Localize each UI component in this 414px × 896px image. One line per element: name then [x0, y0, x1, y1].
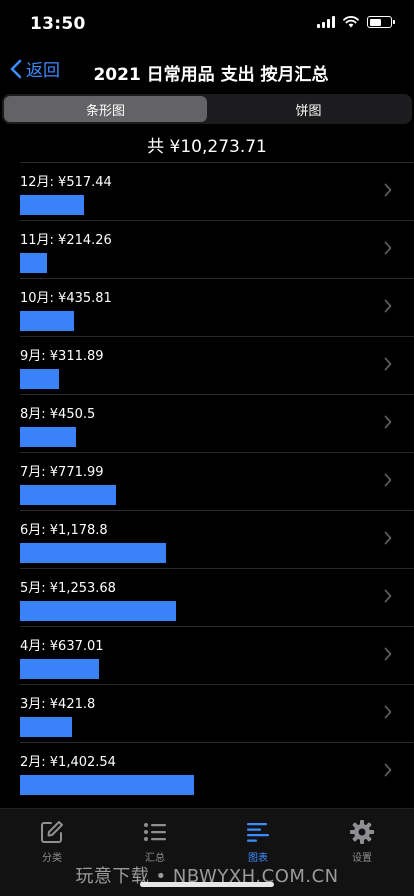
status-time: 13:50 — [30, 14, 86, 34]
chart-type-segmented-control: 条形图 饼图 — [2, 94, 412, 124]
total-amount: 共 ¥10,273.71 — [147, 137, 267, 157]
month-bar — [20, 427, 76, 447]
month-row[interactable]: 4月: ¥637.01 — [20, 626, 414, 684]
status-bar: 13:50 — [0, 0, 414, 48]
chevron-right-icon — [384, 357, 392, 371]
month-row[interactable]: 10月: ¥435.81 — [20, 278, 414, 336]
month-row[interactable]: 9月: ¥311.89 — [20, 336, 414, 394]
chevron-right-icon — [384, 473, 392, 487]
month-row[interactable]: 3月: ¥421.8 — [20, 684, 414, 742]
month-row[interactable]: 8月: ¥450.5 — [20, 394, 414, 452]
chevron-right-icon — [384, 705, 392, 719]
list-icon — [144, 823, 166, 841]
month-row-label: 3月: ¥421.8 — [20, 697, 96, 712]
month-bar — [20, 601, 176, 621]
chevron-right-icon — [384, 415, 392, 429]
tab-chart[interactable]: 图表 — [218, 819, 298, 864]
battery-icon — [367, 16, 395, 28]
month-bar — [20, 659, 99, 679]
tab-settings[interactable]: 设置 — [322, 819, 402, 864]
wifi-icon — [343, 16, 359, 28]
chevron-right-icon — [384, 647, 392, 661]
cellular-signal-icon — [317, 16, 335, 28]
chevron-right-icon — [384, 241, 392, 255]
month-row[interactable]: 7月: ¥771.99 — [20, 452, 414, 510]
gear-icon — [350, 820, 374, 844]
month-bar — [20, 775, 194, 795]
month-row-label: 2月: ¥1,402.54 — [20, 755, 116, 770]
chevron-right-icon — [384, 763, 392, 777]
tab-summary[interactable]: 汇总 — [115, 819, 195, 864]
month-row[interactable]: 6月: ¥1,178.8 — [20, 510, 414, 568]
month-row-label: 9月: ¥311.89 — [20, 349, 104, 364]
status-icons — [317, 16, 395, 28]
chevron-right-icon — [384, 299, 392, 313]
month-bar — [20, 369, 59, 389]
month-row[interactable]: 2月: ¥1,402.54 — [20, 742, 414, 800]
month-row-label: 7月: ¥771.99 — [20, 465, 104, 480]
month-row-label: 8月: ¥450.5 — [20, 407, 96, 422]
monthly-bar-list: 12月: ¥517.44 11月: ¥214.26 10月: ¥435.81 9月: … — [0, 162, 414, 808]
month-row[interactable]: 5月: ¥1,253.68 — [20, 568, 414, 626]
page-title: 2021 日常用品 支出 按月汇总 — [93, 65, 329, 85]
month-bar — [20, 195, 84, 215]
month-row-label: 12月: ¥517.44 — [20, 175, 112, 190]
home-indicator — [140, 882, 274, 887]
tab-category[interactable]: 分类 — [12, 819, 92, 864]
chart-lines-icon — [247, 823, 269, 842]
segment-pie-chart[interactable]: 饼图 — [207, 96, 410, 122]
month-row-label: 10月: ¥435.81 — [20, 291, 112, 306]
month-bar — [20, 311, 74, 331]
month-row-label: 11月: ¥214.26 — [20, 233, 112, 248]
month-bar — [20, 485, 116, 505]
segment-bar-chart[interactable]: 条形图 — [4, 96, 207, 122]
month-row[interactable]: 11月: ¥214.26 — [20, 220, 414, 278]
month-row-label: 5月: ¥1,253.68 — [20, 581, 116, 596]
chevron-right-icon — [384, 531, 392, 545]
month-row-label: 6月: ¥1,178.8 — [20, 523, 108, 538]
month-bar — [20, 253, 47, 273]
month-bar — [20, 717, 72, 737]
navigation-bar: 返回 2021 日常用品 支出 按月汇总 — [0, 52, 414, 88]
month-bar — [20, 543, 166, 563]
edit-icon — [41, 821, 63, 843]
chevron-right-icon — [384, 589, 392, 603]
month-row[interactable]: 12月: ¥517.44 — [20, 162, 414, 220]
month-row-label: 4月: ¥637.01 — [20, 639, 104, 654]
chevron-right-icon — [384, 183, 392, 197]
